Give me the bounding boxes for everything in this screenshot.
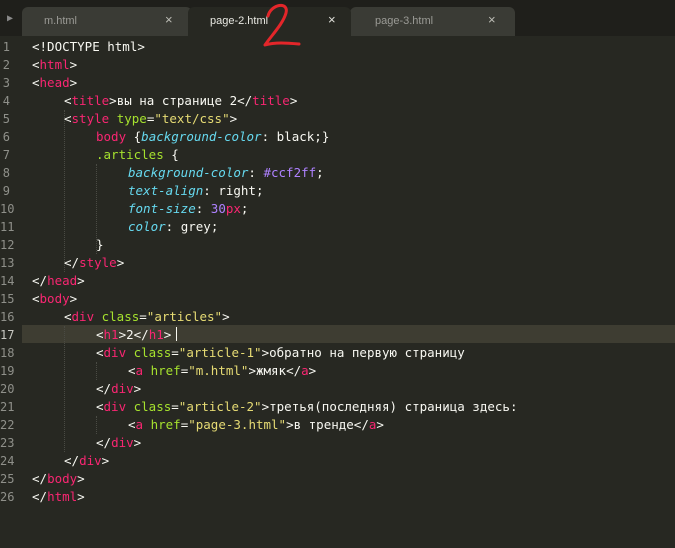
code-line-10: font-size: 30px;	[128, 201, 249, 216]
handwritten-annotation-2	[263, 4, 301, 47]
code-line-26: </html>	[32, 489, 85, 504]
line-number: 6	[2, 130, 10, 144]
code-line-16: <div class="articles">	[64, 309, 230, 324]
line-number: 9	[2, 184, 10, 198]
line-number: 20	[0, 382, 15, 396]
close-icon[interactable]: ×	[165, 13, 173, 26]
close-icon[interactable]: ×	[488, 13, 496, 26]
indent-guide	[64, 326, 65, 452]
line-number: 14	[0, 274, 15, 288]
tab-page-3-html[interactable]: page-3.html ×	[350, 7, 515, 36]
tab-scroll-icon[interactable]: ▶	[0, 0, 20, 36]
indent-guide	[96, 416, 97, 434]
code-line-20: </div>	[96, 381, 142, 396]
code-line-17: <h1>2</h1>	[96, 327, 172, 342]
code-line-8: background-color: #ccf2ff;	[128, 165, 324, 180]
line-number: 7	[2, 148, 10, 162]
line-number: 8	[2, 166, 10, 180]
tab-label: page-3.html	[375, 15, 434, 27]
code-line-15: <body>	[32, 291, 78, 306]
line-number: 1	[2, 40, 10, 54]
code-line-24: </div>	[64, 453, 110, 468]
code-line-9: text-align: right;	[128, 183, 264, 198]
line-number: 25	[0, 472, 15, 486]
code-line-25: </body>	[32, 471, 85, 486]
code-line-21: <div class="article-2">третья(последняя)…	[96, 399, 518, 414]
code-line-11: color: grey;	[128, 219, 219, 234]
line-number: 15	[0, 292, 15, 306]
tab-m-html[interactable]: m.html ×	[22, 7, 192, 36]
tab-bar: ▶ m.html × page-3.html × page-2.html ×	[0, 0, 675, 36]
code-line-22: <a href="page-3.html">в тренде</a>	[128, 417, 384, 432]
line-number: 16	[0, 310, 15, 324]
code-line-13: </style>	[64, 255, 125, 270]
indent-guide	[64, 110, 65, 272]
tab-label: m.html	[44, 15, 77, 27]
line-number: 22	[0, 418, 15, 432]
code-line-2: <html>	[32, 57, 78, 72]
code-line-1: <!DOCTYPE html>	[32, 39, 145, 54]
line-number: 4	[2, 94, 10, 108]
code-line-6: body {background-color: black;}	[96, 129, 330, 144]
line-number: 24	[0, 454, 15, 468]
code-line-23: </div>	[96, 435, 142, 450]
line-number: 12	[0, 238, 15, 252]
code-line-19: <a href="m.html">жмяк</a>	[128, 363, 317, 378]
indent-guide	[96, 362, 97, 380]
line-number: 13	[0, 256, 15, 270]
code-line-3: <head>	[32, 75, 78, 90]
line-number: 10	[0, 202, 15, 216]
line-number: 11	[0, 220, 15, 234]
code-line-14: </head>	[32, 273, 85, 288]
line-number: 26	[0, 490, 15, 504]
line-number: 2	[2, 58, 10, 72]
code-line-5: <style type="text/css">	[64, 111, 238, 126]
line-number: 19	[0, 364, 15, 378]
close-icon[interactable]: ×	[328, 13, 336, 26]
line-number: 18	[0, 346, 15, 360]
line-number: 3	[2, 76, 10, 90]
code-line-4: <title>вы на странице 2</title>	[64, 93, 298, 108]
line-number: 17	[0, 328, 15, 342]
code-line-12: }	[96, 237, 104, 252]
text-cursor	[176, 327, 177, 341]
line-number: 5	[2, 112, 10, 126]
code-line-18: <div class="article-1">обратно на первую…	[96, 345, 465, 360]
code-line-7: .articles {	[96, 147, 179, 162]
line-number: 21	[0, 400, 15, 414]
line-number: 23	[0, 436, 15, 450]
